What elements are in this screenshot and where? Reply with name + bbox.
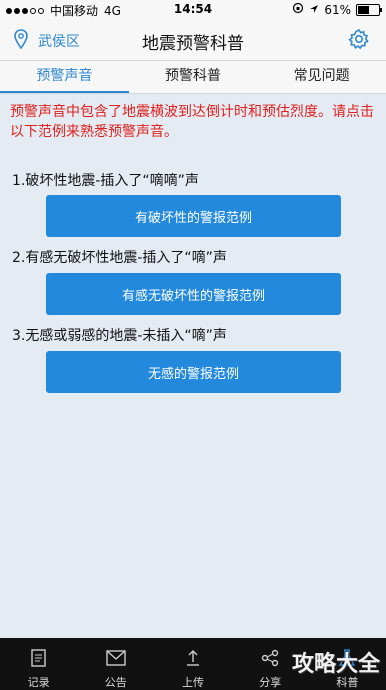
notice-icon [105,648,127,671]
tab-bar: 预警声音 预警科普 常见问题 [0,61,386,94]
bottom-nav-notice[interactable]: 公告 [77,638,154,690]
navigation-bar: 武侯区 地震预警科普 [0,20,386,61]
felt-example-button[interactable]: 有感无破坏性的警报范例 [46,273,341,315]
share-icon [260,648,280,671]
section-label-unfelt: 3.无感或弱感的地震-未插入“嘀”声 [12,328,227,344]
upload-icon [183,648,203,671]
gear-icon[interactable] [348,28,370,54]
bottom-nav-label: 记录 [27,676,50,689]
battery-percent: 61% [324,2,351,17]
tab-alarm-sound[interactable]: 预警声音 [0,61,129,93]
location-arrow-icon [309,3,319,17]
status-bar: 中国移动 4G 14:54 61% [0,0,386,20]
record-icon [29,648,49,671]
watermark-logo: 攻略大全 [291,652,380,677]
bottom-nav-upload[interactable]: 上传 [154,638,231,690]
tab-alarm-science[interactable]: 预警科普 [129,61,258,93]
unfelt-example-button[interactable]: 无感的警报范例 [46,351,341,393]
page-title: 地震预警科普 [142,34,244,54]
lock-rotation-icon [292,2,304,17]
section-label-destructive: 1.破坏性地震-插入了“嘀嘀”声 [12,173,199,189]
bottom-nav-record[interactable]: 记录 [0,638,77,690]
bottom-nav-label: 分享 [259,676,282,689]
main-content: 预警声音中包含了地震横波到达倒计时和预估烈度。请点击以下范例来熟悉预警声音。 1… [0,94,386,638]
destructive-example-button[interactable]: 有破坏性的警报范例 [46,195,341,237]
bottom-nav-label: 公告 [104,676,127,689]
bottom-nav-label: 上传 [182,676,204,689]
section-label-felt: 2.有感无破坏性地震-插入了“嘀”声 [12,250,227,266]
tab-faq[interactable]: 常见问题 [257,61,386,93]
battery-icon [356,3,382,16]
notice-text: 预警声音中包含了地震横波到达倒计时和预估烈度。请点击以下范例来熟悉预警声音。 [10,104,374,140]
